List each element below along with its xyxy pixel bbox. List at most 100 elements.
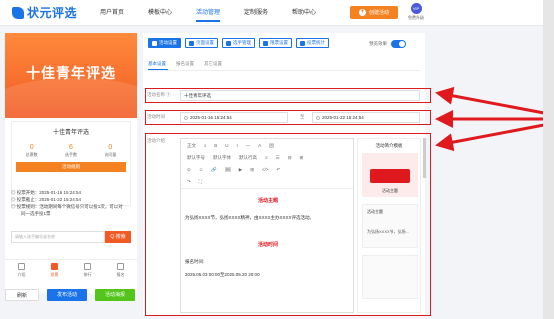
template-card[interactable] [362, 255, 418, 299]
list-icon[interactable]: ☰ [276, 155, 280, 163]
activity-rules-button[interactable]: 活动规则 [16, 162, 126, 172]
poster-decoration [5, 78, 137, 118]
underline-icon[interactable]: U [225, 143, 228, 151]
toolbar-label: 选手管理 [233, 40, 251, 45]
content-paragraph: 报名时间: [185, 259, 205, 264]
font-size-dropdown[interactable]: 默认字号 [187, 155, 205, 163]
tab-basic-settings[interactable]: 基本设置 [148, 61, 166, 67]
activity-intro-label: 活动介绍 [147, 138, 165, 143]
publish-button[interactable]: 发布活动 [47, 289, 87, 301]
search-button[interactable]: Q 搜索 [105, 231, 131, 243]
contestant-management-button[interactable]: 选手管理 [222, 38, 255, 48]
editor-scrollbar[interactable] [423, 138, 426, 178]
users-icon [226, 40, 231, 46]
create-activity-button[interactable]: + 创建活动 [350, 6, 398, 19]
nav-item-home[interactable]: 用户首页 [88, 7, 136, 16]
grid-icon[interactable]: ⊞ [250, 167, 254, 175]
activity-meta: ◎ 投票开始：2025-01-16 15:24:54 ◎ 投票截止：2025-0… [11, 189, 135, 217]
activity-stats: 0 总票数 6 选手数 0 访问量 [12, 144, 130, 158]
nav-item-custom-service[interactable]: 定制服务 [232, 7, 280, 16]
template-card-text: 活动主题 [382, 188, 398, 193]
logo[interactable]: 状元评选 [12, 4, 77, 21]
tab-signup[interactable]: 报名 [104, 260, 137, 281]
quote-icon[interactable]: ↄ [204, 143, 206, 151]
undo-icon[interactable]: ↶ [276, 167, 280, 175]
search-input[interactable]: 请输入选手编号或名称 [11, 231, 105, 243]
stat-label: 访问量 [104, 152, 117, 157]
template-card[interactable]: 活动主题 为弘扬XXXX节，弘扬... [362, 204, 418, 248]
bold-icon[interactable]: B [214, 143, 217, 151]
link-icon[interactable]: 🔗 [211, 167, 217, 175]
rich-text-editor[interactable]: 正文 ↄ B U I — A 囲 默认字号 默认字体 默认行高 ≡ ☰ ⊟ ⊞ [180, 138, 354, 313]
activity-name: 十佳青年评选 [52, 130, 89, 136]
start-time-input[interactable]: 2025-01-16 15:24:54 [180, 112, 288, 123]
page-settings-button[interactable]: 页面设置 [185, 38, 218, 48]
plus-icon: + [358, 9, 366, 16]
format-dropdown[interactable]: 正文 [187, 143, 196, 151]
start-time-value: 2025-01-16 15:24:54 [190, 115, 232, 120]
template-card[interactable]: 活动主题 [362, 153, 418, 197]
align-icon[interactable]: ≡ [265, 155, 268, 163]
stat-value: 0 [108, 144, 113, 151]
template-panel-title: 活动简介模板 [375, 143, 403, 148]
tab-vote[interactable]: 投票 [38, 260, 71, 281]
settings-subtabs: 基本设置 报名设置 其它设置 [148, 61, 222, 67]
content-paragraph: 为弘扬XXXX节，弘扬XXXX精神，由XXXX主办XXXX评选活动。 [185, 215, 315, 220]
smile-icon[interactable]: ☺ [199, 167, 204, 175]
rte-content[interactable]: 活动主题 为弘扬XXXX节，弘扬XXXX精神，由XXXX主办XXXX评选活动。 … [185, 197, 351, 278]
logo-text: 状元评选 [27, 6, 78, 20]
top-nav-bar: 状元评选 用户首页 模板中心 活动管理 定制服务 帮助中心 + 创建活动 VIP… [0, 0, 554, 26]
redo-icon[interactable]: ↷ [187, 179, 191, 187]
bottom-actions: 刷新 发布活动 活动海报 [5, 289, 145, 303]
time-separator: 至 [300, 114, 305, 119]
vote-rule-text: ◎ 投票规则：活动期间每个微信号只可以投1次，可以对 [11, 204, 123, 209]
stat-label: 选手数 [64, 152, 77, 157]
window-scrollbar[interactable] [543, 0, 554, 319]
font-color-icon[interactable]: A [258, 143, 261, 151]
code-icon[interactable]: </> [262, 167, 269, 175]
stat-label: 总票数 [25, 152, 38, 157]
preview-switch[interactable] [391, 40, 406, 48]
indent-icon[interactable]: ⊞ [299, 155, 303, 163]
template-thumbnail [370, 169, 410, 183]
tab-intro[interactable]: 介绍 [5, 260, 38, 281]
line-height-dropdown[interactable]: 默认行高 [239, 155, 257, 163]
activity-name-input[interactable]: 十佳青年评选 [180, 90, 420, 101]
signup-icon [117, 263, 124, 270]
create-activity-label: 创建活动 [368, 10, 389, 16]
image-icon[interactable]: 🖼 [225, 167, 231, 175]
activity-settings-button[interactable]: 活动设置 [148, 38, 181, 48]
tab-other-settings[interactable]: 其它设置 [204, 61, 222, 67]
annotation-arrows [435, 86, 545, 152]
stat-value: 0 [29, 144, 34, 151]
ranking-icon [84, 263, 91, 270]
ordered-list-icon[interactable]: ⊟ [288, 155, 292, 163]
strikethrough-icon[interactable]: — [246, 143, 251, 151]
tab-ranking[interactable]: 排行 [71, 260, 104, 281]
vote-start-text: ◎ 投票开始：2025-01-16 15:24:54 [11, 190, 82, 195]
italic-icon[interactable]: I [237, 143, 238, 151]
fullscreen-icon[interactable]: ⛶ [199, 179, 202, 187]
nav-item-templates[interactable]: 模板中心 [136, 7, 184, 16]
poster-button[interactable]: 活动海报 [95, 289, 135, 301]
vote-limit-button[interactable]: 限票设置 [259, 38, 292, 48]
nav-item-activity-management[interactable]: 活动管理 [184, 7, 232, 22]
font-family-dropdown[interactable]: 默认字体 [213, 155, 231, 163]
stat-total-votes: 0 总票数 [26, 144, 38, 158]
stat-visits: 0 访问量 [104, 144, 116, 158]
content-paragraph: 2025.05.03 00:00至2025.05.20 20:00 [185, 272, 260, 277]
refresh-button[interactable]: 刷新 [5, 289, 39, 301]
video-icon[interactable]: ▶ [239, 167, 242, 175]
table-icon[interactable]: 囲 [269, 143, 274, 151]
end-time-input[interactable]: 2025-01-22 15:24:54 [312, 112, 420, 123]
clock-icon [184, 115, 188, 120]
tab-signup-settings[interactable]: 报名设置 [176, 61, 194, 67]
user-menu[interactable]: VIP 免费升级 [408, 3, 424, 21]
emoji-icon[interactable]: ⊙ [187, 167, 191, 175]
nav-item-help[interactable]: 帮助中心 [280, 7, 328, 16]
logo-icon [12, 6, 24, 19]
tab-label: 投票 [50, 272, 59, 277]
vote-statistics-button[interactable]: 投票统计 [296, 38, 329, 48]
preview-tab-bar: 介绍 投票 排行 报名 [5, 259, 137, 281]
preview-poster: 十佳青年评选 [5, 33, 137, 118]
